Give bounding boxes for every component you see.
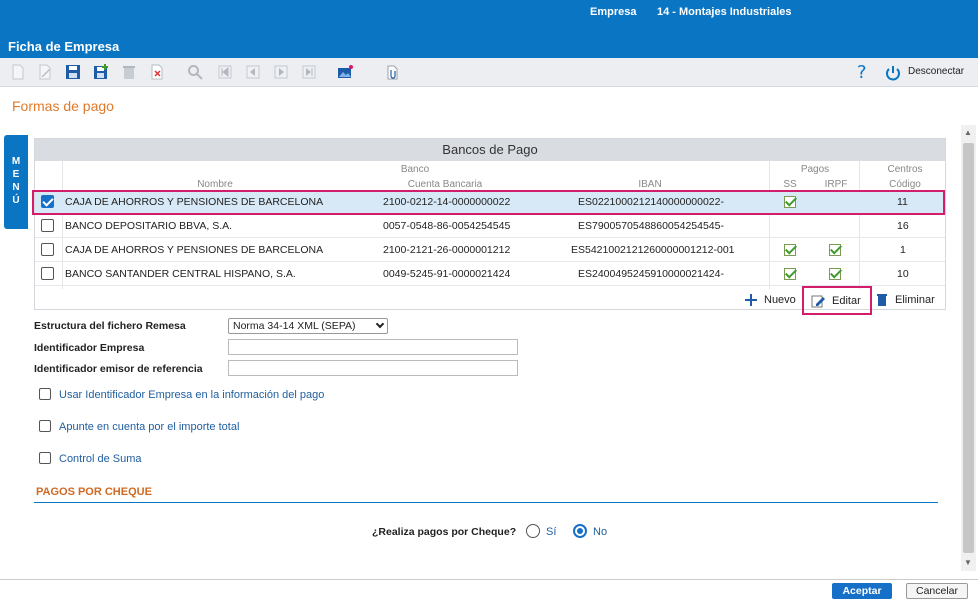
vertical-scrollbar[interactable]: ▲ ▼	[961, 125, 976, 571]
next-record-icon[interactable]	[272, 63, 290, 81]
header-pagos: Pagos	[800, 164, 830, 175]
identificador-option-label[interactable]: Usar Identificador Empresa en la informa…	[59, 389, 324, 401]
first-record-icon[interactable]	[216, 63, 234, 81]
attachment-icon[interactable]	[383, 63, 401, 81]
table-row[interactable]: CAJA DE AHORROS Y PENSIONES DE BARCELONA…	[35, 238, 945, 262]
emisor-label: Identificador emisor de referencia	[34, 363, 203, 375]
row-cuenta: 2100-2121-26-0000001212	[383, 244, 511, 256]
header-ss[interactable]: SS	[778, 179, 802, 190]
cancelar-button[interactable]: Cancelar	[906, 583, 968, 599]
radio-no[interactable]	[573, 524, 587, 538]
new-document-icon[interactable]	[9, 63, 27, 81]
identificador-checkbox[interactable]	[39, 388, 51, 400]
trash-icon[interactable]	[120, 63, 138, 81]
radio-no-label[interactable]: No	[593, 526, 607, 538]
grid-title: Bancos de Pago	[35, 139, 945, 161]
estructura-select[interactable]: Norma 34-14 XML (SEPA)	[228, 318, 388, 334]
trash-icon	[877, 294, 887, 306]
nuevo-label: Nuevo	[764, 294, 796, 306]
control-suma-label[interactable]: Control de Suma	[59, 453, 142, 465]
row-nombre: BANCO DEPOSITARIO BBVA, S.A.	[65, 220, 233, 232]
section-title: Formas de pago	[12, 98, 114, 114]
estructura-value: Norma 34-14 XML (SEPA)	[233, 320, 356, 332]
row-nombre: CAJA DE AHORROS Y PENSIONES DE BARCELONA	[65, 244, 324, 256]
irpf-check-icon	[829, 268, 841, 280]
header-cuenta[interactable]: Cuenta Bancaria	[385, 179, 505, 190]
cancel-document-icon[interactable]	[148, 63, 166, 81]
scroll-down-icon[interactable]: ▼	[964, 558, 972, 567]
menu-tab[interactable]: MENÚ	[4, 135, 28, 229]
window-title: Ficha de Empresa	[8, 39, 120, 54]
search-icon[interactable]	[186, 63, 204, 81]
identificador-empresa-input[interactable]	[228, 339, 518, 355]
row-codigo: 1	[900, 244, 906, 256]
table-row[interactable]: BANCO DEPOSITARIO BBVA, S.A. 0057-0548-8…	[35, 214, 945, 238]
radio-si-label[interactable]: Sí	[546, 526, 556, 538]
apunte-checkbox[interactable]	[39, 420, 51, 432]
emisor-referencia-input[interactable]	[228, 360, 518, 376]
cheque-question: ¿Realiza pagos por Cheque?	[372, 526, 517, 538]
power-icon[interactable]	[884, 64, 902, 82]
selected-row-highlight	[32, 190, 945, 215]
row-checkbox[interactable]	[41, 267, 54, 280]
empresa-value[interactable]: 14 - Montajes Industriales	[657, 6, 791, 18]
bancos-de-pago-grid: Bancos de Pago Banco Pagos Centros Nombr…	[34, 138, 946, 310]
disconnect-link[interactable]: Desconectar	[908, 66, 964, 77]
header-iban[interactable]: IBAN	[610, 179, 690, 190]
image-upload-icon[interactable]	[336, 63, 354, 81]
toolbar: ? Desconectar	[0, 58, 978, 87]
scrollbar-thumb[interactable]	[963, 143, 974, 553]
save-icon[interactable]	[64, 63, 82, 81]
estructura-label: Estructura del fichero Remesa	[34, 320, 186, 332]
header-codigo[interactable]: Código	[875, 179, 935, 190]
irpf-check-icon	[829, 244, 841, 256]
row-iban: ES7900570548860054254545-	[578, 220, 724, 232]
row-checkbox[interactable]	[41, 219, 54, 232]
control-suma-checkbox[interactable]	[39, 452, 51, 464]
header-nombre[interactable]: Nombre	[165, 179, 265, 190]
empresa-label: Empresa	[590, 6, 637, 18]
app-header: Empresa 14 - Montajes Industriales Ficha…	[0, 0, 978, 58]
row-nombre: BANCO SANTANDER CENTRAL HISPANO, S.A.	[65, 268, 296, 280]
row-codigo: 10	[897, 268, 909, 280]
header-centros: Centros	[887, 164, 923, 175]
radio-si[interactable]	[526, 524, 540, 538]
save-new-icon[interactable]	[92, 63, 110, 81]
editar-highlight	[802, 286, 872, 315]
aceptar-button[interactable]: Aceptar	[832, 583, 892, 599]
ss-check-icon	[784, 244, 796, 256]
table-row[interactable]: BANCO SANTANDER CENTRAL HISPANO, S.A. 00…	[35, 262, 945, 286]
eliminar-button[interactable]: Eliminar	[875, 293, 935, 307]
section-divider	[34, 502, 938, 503]
previous-record-icon[interactable]	[244, 63, 262, 81]
row-codigo: 16	[897, 220, 909, 232]
plus-icon	[745, 294, 757, 306]
identificador-label: Identificador Empresa	[34, 342, 145, 354]
nuevo-button[interactable]: Nuevo	[744, 293, 796, 307]
header-irpf[interactable]: IRPF	[821, 179, 851, 190]
apunte-option-label[interactable]: Apunte en cuenta por el importe total	[59, 421, 239, 433]
row-cuenta: 0049-5245-91-0000021424	[383, 268, 511, 280]
eliminar-label: Eliminar	[895, 294, 935, 306]
row-cuenta: 0057-0548-86-0054254545	[383, 220, 511, 232]
row-checkbox[interactable]	[41, 243, 54, 256]
help-icon[interactable]: ?	[857, 62, 867, 83]
row-iban: ES5421002121260000001212-001	[571, 244, 735, 256]
edit-document-icon[interactable]	[36, 63, 54, 81]
scroll-up-icon[interactable]: ▲	[964, 128, 972, 137]
header-banco: Banco	[400, 164, 430, 175]
row-iban: ES2400495245910000021424-	[578, 268, 724, 280]
pagos-cheque-heading: PAGOS POR CHEQUE	[36, 486, 152, 498]
ss-check-icon	[784, 268, 796, 280]
last-record-icon[interactable]	[300, 63, 318, 81]
chevron-down-icon	[375, 319, 385, 329]
